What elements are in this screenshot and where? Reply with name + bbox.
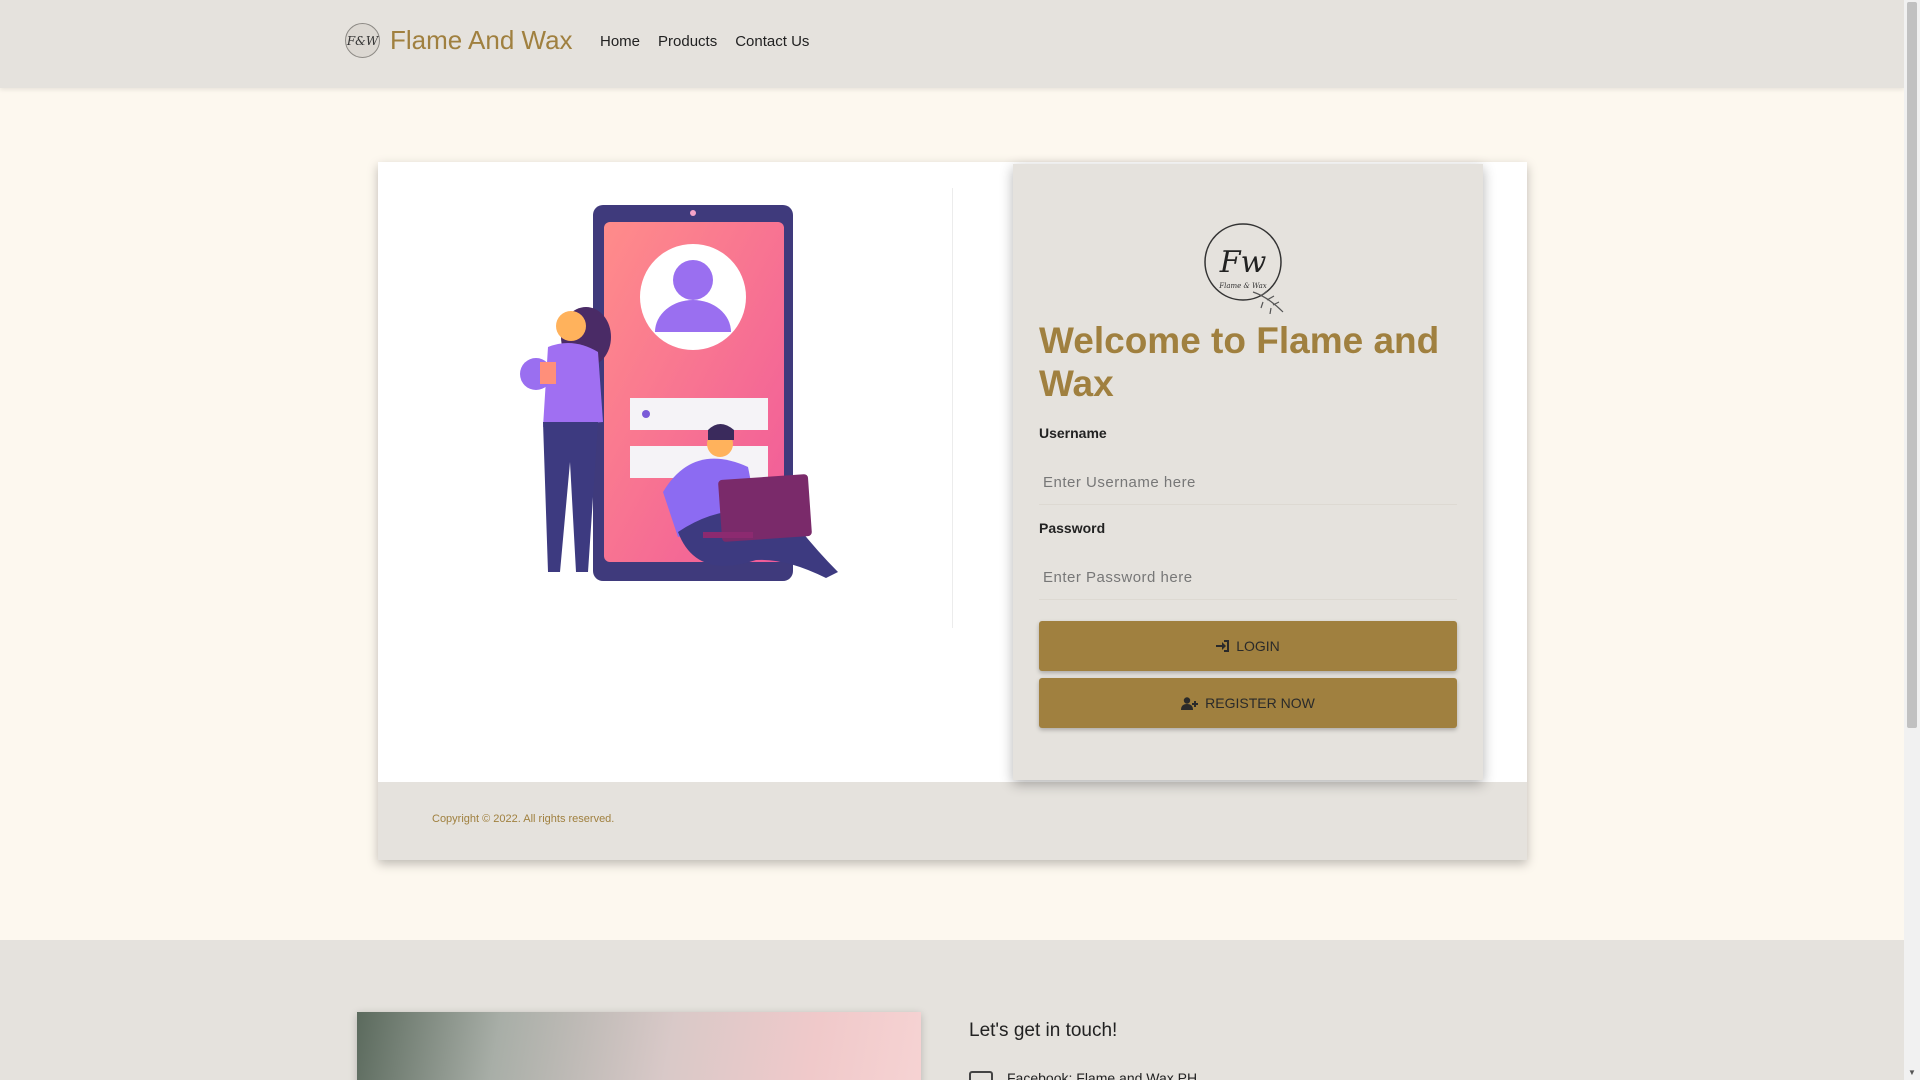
scrollbar-thumb[interactable] xyxy=(1907,2,1917,728)
card-divider xyxy=(952,188,953,628)
flame-and-wax-logo-icon: Fw Flame & Wax xyxy=(1204,223,1284,314)
navbar: F&W Flame And Wax Home Products Contact … xyxy=(0,0,1904,88)
brand-name[interactable]: Flame And Wax xyxy=(390,25,573,56)
logo-caption: Flame & Wax xyxy=(1218,282,1266,290)
login-button-label: LOGIN xyxy=(1236,638,1280,654)
register-button-label: REGISTER NOW xyxy=(1205,695,1315,711)
scroll-down-arrow-icon[interactable]: ▼ xyxy=(1907,1068,1917,1078)
nav-links: Home Products Contact Us xyxy=(600,33,827,50)
login-button[interactable]: LOGIN xyxy=(1039,621,1457,671)
svg-text:Fw: Fw xyxy=(1219,245,1267,280)
card-footer: Copyright © 2022. All rights reserved. xyxy=(378,782,1527,860)
username-label: Username xyxy=(1039,425,1107,441)
username-input[interactable] xyxy=(1039,461,1457,505)
user-plus-icon xyxy=(1181,696,1199,710)
contact-heading: Let's get in touch! xyxy=(969,1020,1118,1041)
login-illustration xyxy=(520,205,838,581)
nav-link-home[interactable]: Home xyxy=(600,33,640,50)
brand[interactable]: F&W Flame And Wax xyxy=(345,23,573,58)
password-label: Password xyxy=(1039,520,1106,536)
contact-facebook[interactable]: Facebook: Flame and Wax PH xyxy=(969,1070,1197,1080)
brand-logo-text: F&W xyxy=(346,33,379,48)
vertical-scrollbar[interactable]: ▼ xyxy=(1904,0,1920,1080)
copyright-text: Copyright © 2022. All rights reserved. xyxy=(432,813,615,825)
nav-link-products[interactable]: Products xyxy=(658,33,717,50)
contact-section: Let's get in touch! Facebook: Flame and … xyxy=(0,940,1904,1080)
brand-logo-icon[interactable]: F&W xyxy=(345,23,380,58)
password-input[interactable] xyxy=(1039,556,1457,600)
contact-facebook-text: Facebook: Flame and Wax PH xyxy=(1007,1070,1198,1080)
register-button[interactable]: REGISTER NOW xyxy=(1039,678,1457,728)
welcome-heading: Welcome to Flame and Wax xyxy=(1039,320,1440,404)
login-panel: Fw Flame & Wax Welcome to Flame and Wax … xyxy=(1013,164,1483,780)
nav-link-contact-us[interactable]: Contact Us xyxy=(735,33,809,50)
page: F&W Flame And Wax Home Products Contact … xyxy=(0,0,1904,1080)
facebook-icon xyxy=(969,1071,993,1080)
sign-in-icon xyxy=(1216,640,1230,652)
contact-image xyxy=(357,1012,921,1080)
